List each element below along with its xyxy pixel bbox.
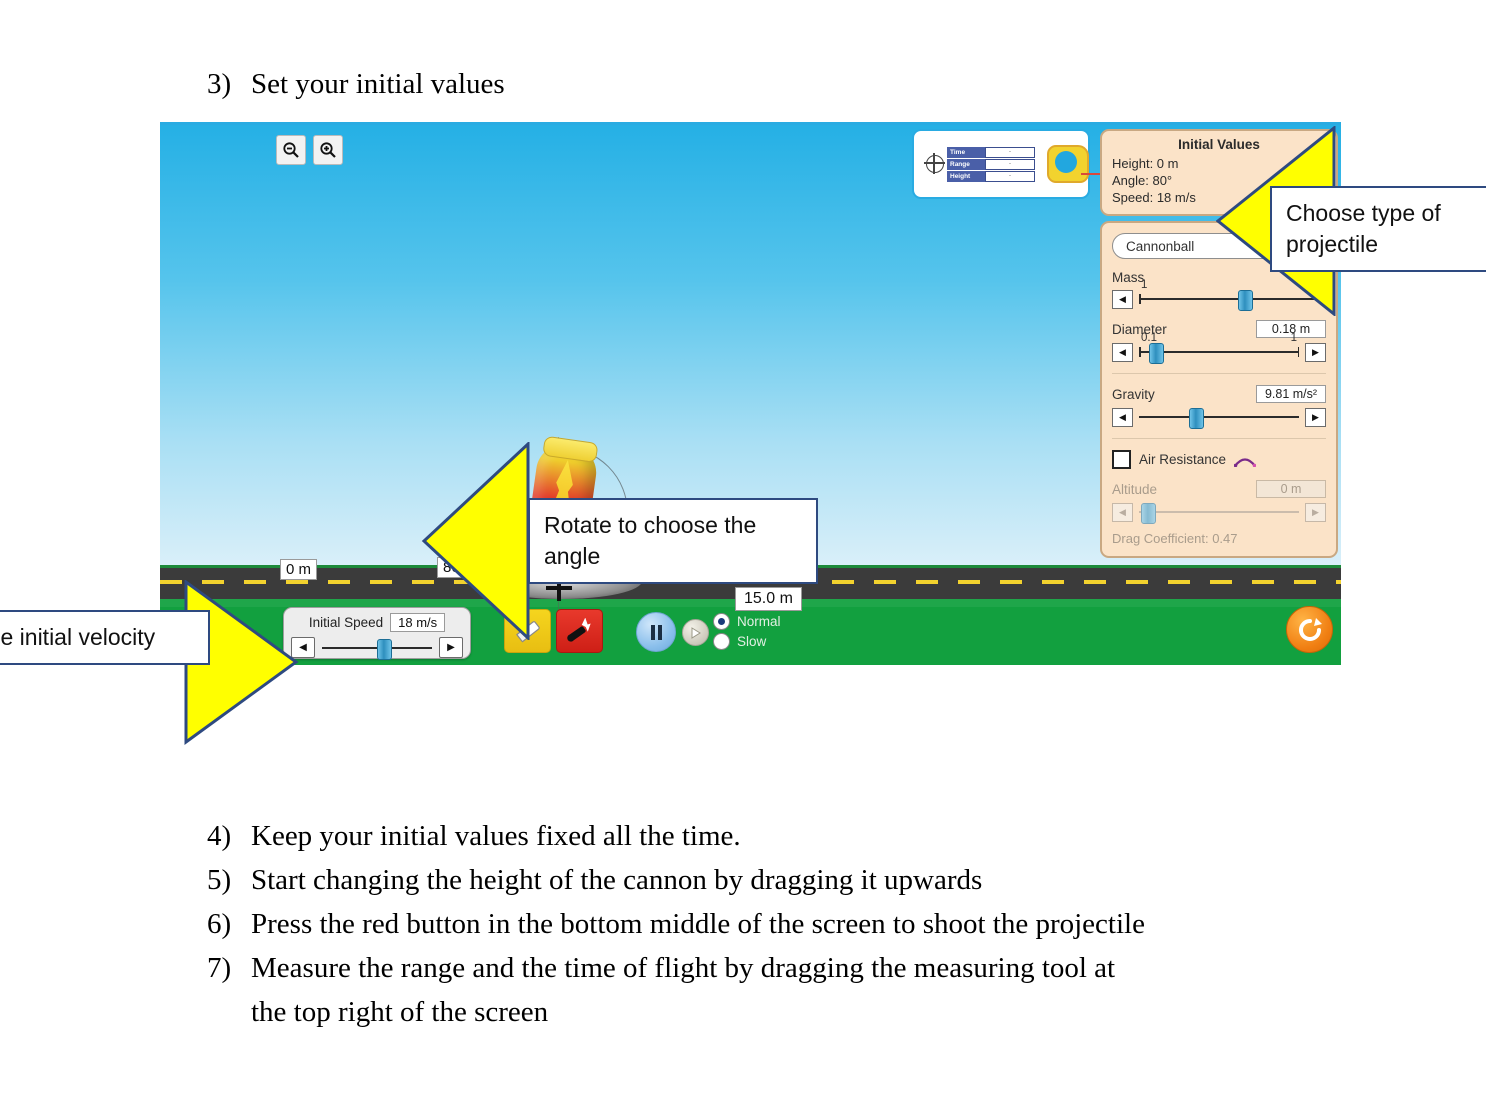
gravity-control[interactable]: Gravity 9.81 m/s² ◀ ▶ (1112, 385, 1326, 429)
step-7-continuation: the top right of the screen (251, 996, 549, 1028)
measure-key: Time (950, 148, 966, 156)
zoom-in-icon[interactable] (313, 135, 343, 165)
measure-value: - (985, 146, 1035, 158)
list-item: 6) Press the red button in the bottom mi… (207, 902, 1145, 946)
altitude-value: 0 m (1256, 480, 1326, 498)
reset-button[interactable] (1286, 606, 1333, 653)
altitude-decrement-button: ◀ (1112, 502, 1133, 522)
pause-button[interactable] (636, 612, 676, 652)
radio-slow-input[interactable] (713, 632, 730, 650)
diameter-slider[interactable]: 0.1 1 (1139, 332, 1299, 364)
step-6-number: 6) (207, 908, 232, 940)
list-item: Time - (947, 146, 1035, 158)
altitude-slider-knob (1140, 503, 1156, 524)
simulation-speed-radio-group[interactable]: Normal Slow (713, 611, 781, 651)
radio-normal[interactable]: Normal (713, 611, 781, 631)
air-resistance-checkbox[interactable] (1112, 450, 1131, 469)
gravity-slider-knob[interactable] (1188, 408, 1204, 429)
step-button[interactable] (682, 619, 709, 646)
radio-slow-label: Slow (737, 633, 767, 649)
altitude-slider (1139, 502, 1299, 524)
callout-choose-velocity: Choose initial velocity (0, 610, 210, 665)
tape-measure-icon[interactable] (1047, 145, 1124, 183)
diameter-control[interactable]: Diameter 0.18 m ◀ 0.1 1 ▶ (1112, 320, 1326, 364)
step-5-number: 5) (207, 864, 232, 896)
step-6-text: Press the red button in the bottom middl… (251, 908, 1145, 940)
air-resistance-control[interactable]: Air Resistance (1112, 450, 1326, 469)
callout-choose-projectile: Choose type of projectile (1270, 186, 1486, 272)
list-item: Range - (947, 158, 1035, 170)
initial-speed-slider-knob[interactable] (377, 638, 392, 660)
step-3-text: Set your initial values (251, 68, 505, 100)
gravity-decrement-button[interactable]: ◀ (1112, 407, 1133, 427)
step-4-text: Keep your initial values fixed all the t… (251, 820, 741, 852)
mass-min-tick: 1 (1141, 279, 1148, 291)
measuring-tool-panel[interactable]: Time - Range - Height - (912, 129, 1124, 199)
gravity-increment-button[interactable]: ▶ (1305, 407, 1326, 427)
step-5-text: Start changing the height of the cannon … (251, 864, 983, 896)
altitude-label: Altitude (1112, 481, 1158, 497)
radio-normal-input[interactable] (713, 612, 730, 630)
callout-rotate-angle: Rotate to choose the angle (528, 498, 818, 584)
callout-velocity-text: Choose initial velocity (0, 624, 156, 650)
gravity-value[interactable]: 9.81 m/s² (1256, 385, 1326, 403)
altitude-increment-button: ▶ (1305, 502, 1326, 522)
divider (1112, 373, 1326, 374)
diameter-increment-button[interactable]: ▶ (1305, 342, 1326, 362)
range-label: 15.0 m (735, 587, 802, 611)
altitude-control: Altitude 0 m ◀ ▶ (1112, 480, 1326, 524)
list-item: 5) Start changing the height of the cann… (207, 858, 1145, 902)
diameter-slider-knob[interactable] (1148, 343, 1164, 364)
list-item: Height - (947, 170, 1035, 182)
diameter-max-tick: 1 (1290, 332, 1297, 344)
list-item: 4) Keep your initial values fixed all th… (207, 814, 1145, 858)
step-3-number: 3) (207, 68, 232, 100)
gravity-slider[interactable] (1139, 407, 1299, 429)
initial-speed-increment-button[interactable]: ▶ (439, 637, 463, 658)
gravity-label: Gravity (1112, 386, 1155, 402)
drag-coefficient-value: Drag Coefficient: 0.47 (1112, 531, 1238, 546)
radio-slow[interactable]: Slow (713, 631, 781, 651)
step-7-text: Measure the range and the time of flight… (251, 952, 1116, 984)
measure-value: - (985, 170, 1035, 182)
instruction-list: 4) Keep your initial values fixed all th… (207, 814, 1145, 1034)
mass-label: Mass (1112, 270, 1145, 285)
mass-decrement-button[interactable]: ◀ (1112, 289, 1133, 309)
measure-key: Height (950, 172, 971, 180)
zoom-out-icon[interactable] (276, 135, 306, 165)
zoom-controls[interactable] (276, 135, 343, 165)
divider (1112, 438, 1326, 439)
measure-value: - (985, 158, 1035, 170)
diameter-label: Diameter (1112, 321, 1167, 337)
initial-speed-label: Initial Speed (308, 615, 384, 630)
step-4-number: 4) (207, 820, 232, 852)
step-3-instruction: 3) Set your initial values (207, 68, 505, 101)
origin-label: 0 m (280, 559, 318, 580)
radio-normal-label: Normal (737, 613, 781, 629)
initial-speed-slider[interactable] (322, 638, 432, 660)
step-7-number: 7) (207, 952, 232, 984)
crosshair-icon (924, 153, 945, 174)
air-resistance-label: Air Resistance (1139, 452, 1227, 467)
measurement-readout[interactable]: Time - Range - Height - (924, 146, 1035, 182)
fire-button[interactable] (556, 609, 603, 653)
trajectory-arc-icon (1233, 454, 1257, 467)
list-item: 7) Measure the range and the time of fli… (207, 946, 1145, 990)
measure-key: Range (950, 160, 970, 168)
diameter-decrement-button[interactable]: ◀ (1112, 342, 1133, 362)
